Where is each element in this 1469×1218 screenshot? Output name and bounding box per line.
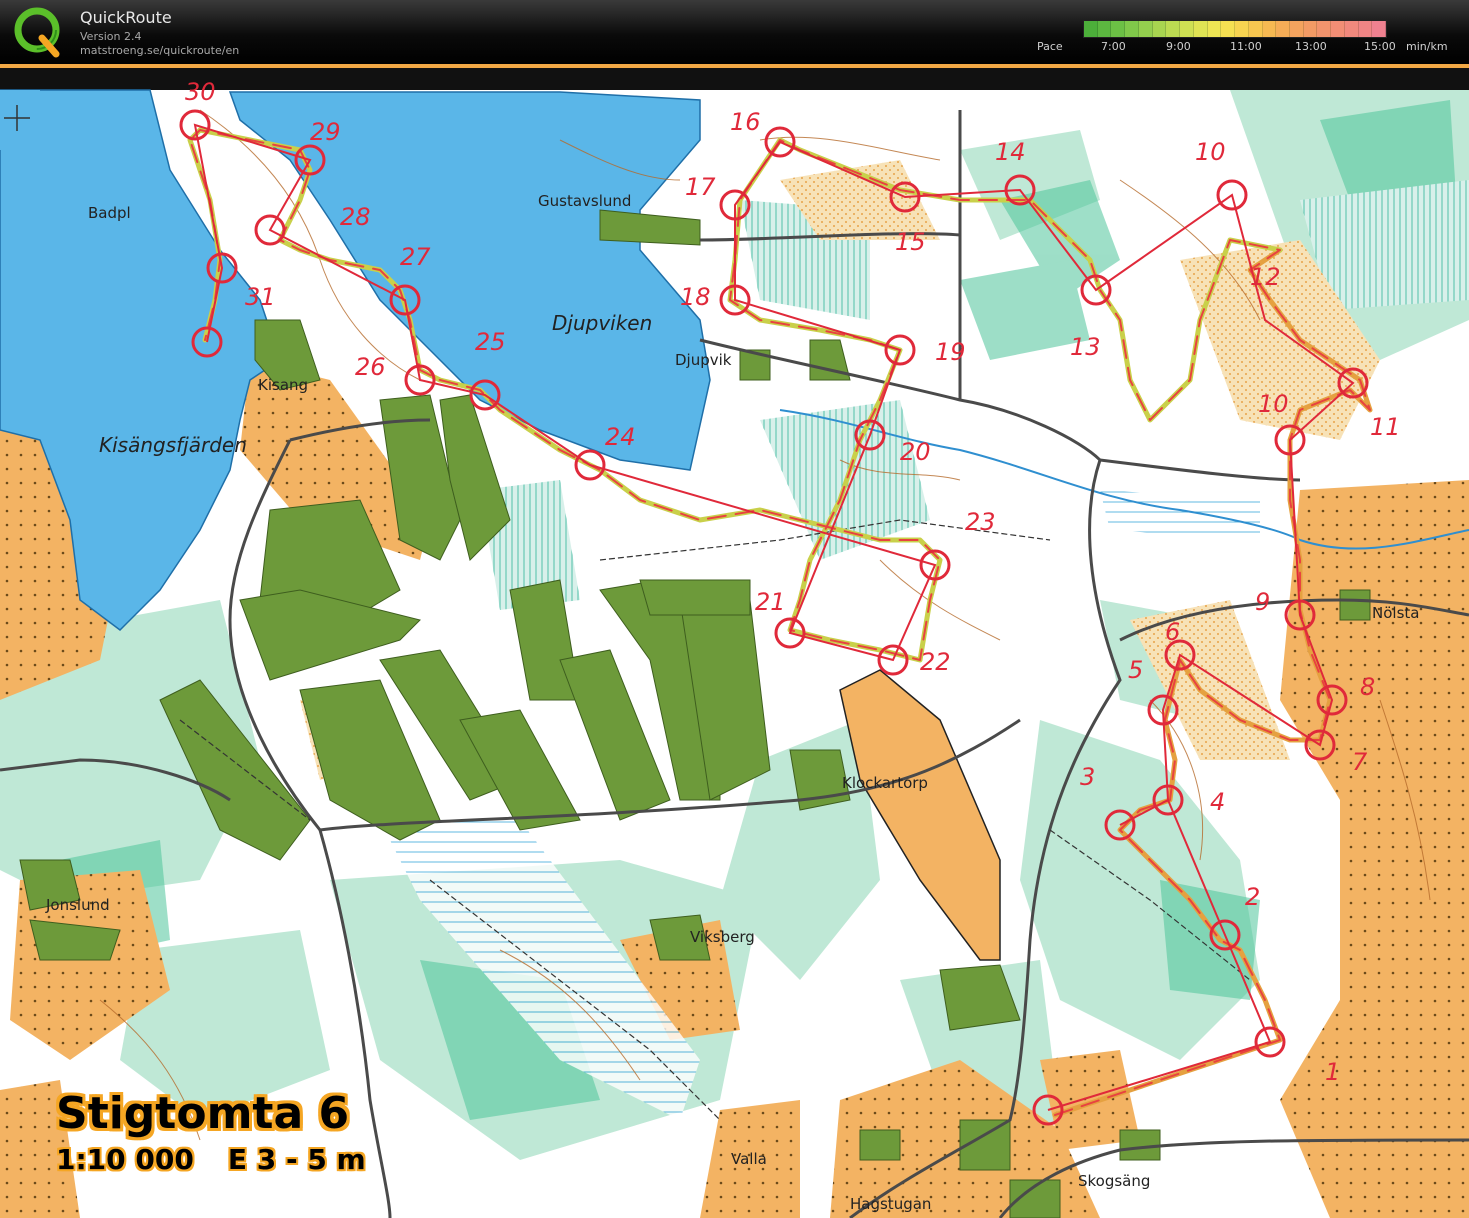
- control-number: 18: [680, 283, 711, 311]
- pace-color-swatch: [1084, 21, 1098, 37]
- control-number: 6: [1165, 618, 1180, 646]
- orienteering-map[interactable]: 1 2 3 4 5 6 7 8 9 10 10 11 12 13 14 15 1…: [0, 64, 1469, 1218]
- control-number: 22: [920, 648, 951, 676]
- control-number: 21: [755, 588, 786, 616]
- pace-tick: 13:00: [1295, 40, 1327, 53]
- control-number: 17: [685, 173, 716, 201]
- pace-unit: min/km: [1406, 40, 1448, 53]
- pace-tick: 15:00: [1364, 40, 1396, 53]
- pace-color-swatch: [1262, 21, 1277, 37]
- place-name-jonslund: Jonslund: [45, 896, 110, 914]
- control-number: 29: [310, 118, 341, 146]
- place-name-gustavslund: Gustavslund: [538, 192, 631, 210]
- pace-color-swatch: [1303, 21, 1318, 37]
- control-number: 23: [965, 508, 996, 536]
- place-name-hagstugan: Hagstugan: [850, 1195, 931, 1213]
- pace-color-swatch: [1290, 21, 1304, 37]
- place-name-djupviken: Djupviken: [552, 311, 652, 335]
- place-name-kisang: Kisang: [258, 376, 308, 394]
- control-number: 30: [185, 78, 216, 106]
- control-number: 12: [1250, 263, 1281, 291]
- place-name-klockartorp: Klockartorp: [842, 774, 928, 792]
- map-top-border: [0, 64, 1469, 68]
- lake-top-left: [0, 90, 40, 150]
- app-header: QuickRoute Version 2.4 matstroeng.se/qui…: [0, 0, 1469, 64]
- control-number: 20: [900, 438, 931, 466]
- control-number: 10: [1195, 138, 1226, 166]
- pace-color-swatch: [1372, 21, 1387, 37]
- control-number: 10: [1258, 390, 1289, 418]
- control-number: 3: [1080, 763, 1095, 791]
- pace-color-swatch: [1111, 21, 1126, 37]
- map-title-box: Stigtomta 6 1:10 000 E 3 - 5 m: [56, 1088, 400, 1176]
- control-number: 1: [1325, 1058, 1340, 1086]
- app-title: QuickRoute: [80, 8, 172, 27]
- pace-tick: 11:00: [1230, 40, 1262, 53]
- control-number: 4: [1210, 788, 1225, 816]
- place-name-badpl: Badpl: [88, 204, 131, 222]
- place-name-kisangsfjarden: Kisängsfjärden: [99, 433, 247, 457]
- control-number: 24: [605, 423, 636, 451]
- place-name-djupvik: Djupvik: [675, 351, 732, 369]
- control-number: 8: [1360, 673, 1375, 701]
- pace-color-swatch: [1331, 21, 1345, 37]
- pace-color-swatch: [1248, 21, 1263, 37]
- control-number: 25: [475, 328, 506, 356]
- pace-label: Pace: [1037, 40, 1063, 53]
- control-number: 13: [1070, 333, 1101, 361]
- control-number: 5: [1128, 656, 1143, 684]
- control-number: 16: [730, 108, 761, 136]
- control-number: 31: [245, 283, 276, 311]
- pace-color-swatch: [1125, 21, 1139, 37]
- pace-color-swatch: [1276, 21, 1291, 37]
- pace-color-swatch: [1180, 21, 1194, 37]
- app-url[interactable]: matstroeng.se/quickroute/en: [80, 44, 239, 57]
- pace-color-swatch: [1152, 21, 1167, 37]
- control-number: 2: [1245, 883, 1260, 911]
- pace-color-swatch: [1344, 21, 1359, 37]
- map-equidistance: E 3 - 5 m: [227, 1143, 366, 1176]
- pace-tick: 9:00: [1166, 40, 1191, 53]
- control-number: 26: [355, 353, 386, 381]
- pace-color-swatch: [1317, 21, 1332, 37]
- control-number: 9: [1255, 588, 1270, 616]
- control-number: 15: [895, 228, 926, 256]
- pace-tick: 7:00: [1101, 40, 1126, 53]
- pace-color-swatch: [1207, 21, 1222, 37]
- place-name-viksberg: Viksberg: [690, 928, 755, 946]
- control-number: 7: [1352, 748, 1368, 776]
- place-name-valla: Valla: [731, 1150, 767, 1168]
- pace-color-legend: [1083, 20, 1387, 38]
- control-number: 11: [1370, 413, 1401, 441]
- control-number: 14: [995, 138, 1026, 166]
- control-number: 19: [935, 338, 966, 366]
- control-number: 28: [340, 203, 371, 231]
- control-number: 27: [400, 243, 431, 271]
- pace-color-swatch: [1097, 21, 1112, 37]
- app-version: Version 2.4: [80, 30, 142, 43]
- pace-color-swatch: [1235, 21, 1249, 37]
- pace-color-swatch: [1166, 21, 1181, 37]
- quickroute-logo-icon: [14, 7, 60, 58]
- map-scale: 1:10 000: [56, 1143, 194, 1176]
- pace-color-swatch: [1138, 21, 1153, 37]
- place-name-nolsta: Nölsta: [1372, 604, 1419, 622]
- map-title: Stigtomta 6: [56, 1088, 350, 1139]
- pace-color-swatch: [1358, 21, 1373, 37]
- place-name-skogsang: Skogsäng: [1078, 1172, 1150, 1190]
- pace-color-swatch: [1193, 21, 1208, 37]
- map-subtitle: 1:10 000 E 3 - 5 m: [56, 1143, 400, 1176]
- pace-color-swatch: [1221, 21, 1236, 37]
